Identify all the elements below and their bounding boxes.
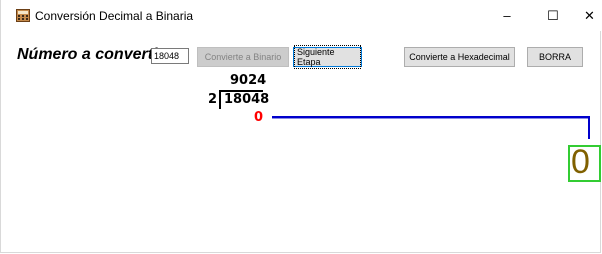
quotient-value: 9024 bbox=[230, 73, 267, 88]
minimize-button[interactable]: – bbox=[484, 0, 530, 31]
clear-button[interactable]: BORRA bbox=[527, 47, 583, 67]
close-button[interactable]: ✕ bbox=[576, 0, 602, 31]
title-bar: Conversión Decimal a Binaria – ☐ ✕ bbox=[1, 0, 602, 31]
minimize-icon: – bbox=[503, 8, 511, 23]
result-digit: 0 bbox=[571, 143, 590, 181]
number-label: Número a convertir: bbox=[17, 46, 170, 63]
clear-label: BORRA bbox=[538, 52, 571, 62]
convert-hex-label: Convierte a Hexadecimal bbox=[409, 52, 510, 62]
window-title: Conversión Decimal a Binaria bbox=[35, 9, 194, 23]
maximize-button[interactable]: ☐ bbox=[530, 0, 576, 31]
close-icon: ✕ bbox=[584, 7, 595, 23]
number-input[interactable]: 18048 bbox=[151, 48, 189, 64]
divisor-value: 2 bbox=[208, 92, 218, 107]
connector-vertical bbox=[588, 116, 590, 139]
remainder-value: 0 bbox=[254, 110, 264, 125]
convert-hex-button[interactable]: Convierte a Hexadecimal bbox=[404, 47, 515, 67]
app-window: Conversión Decimal a Binaria – ☐ ✕ Númer… bbox=[0, 0, 602, 253]
maximize-icon: ☐ bbox=[547, 7, 559, 23]
next-step-label: Siguiente Etapa bbox=[294, 45, 361, 69]
next-step-button[interactable]: Siguiente Etapa bbox=[293, 45, 362, 69]
calculator-icon bbox=[16, 9, 30, 22]
convert-binary-label: Convierte a Binario bbox=[204, 52, 282, 62]
dividend-value: 18048 bbox=[224, 92, 270, 107]
convert-binary-button: Convierte a Binario bbox=[197, 47, 289, 67]
connector-shadow bbox=[272, 118, 590, 119]
